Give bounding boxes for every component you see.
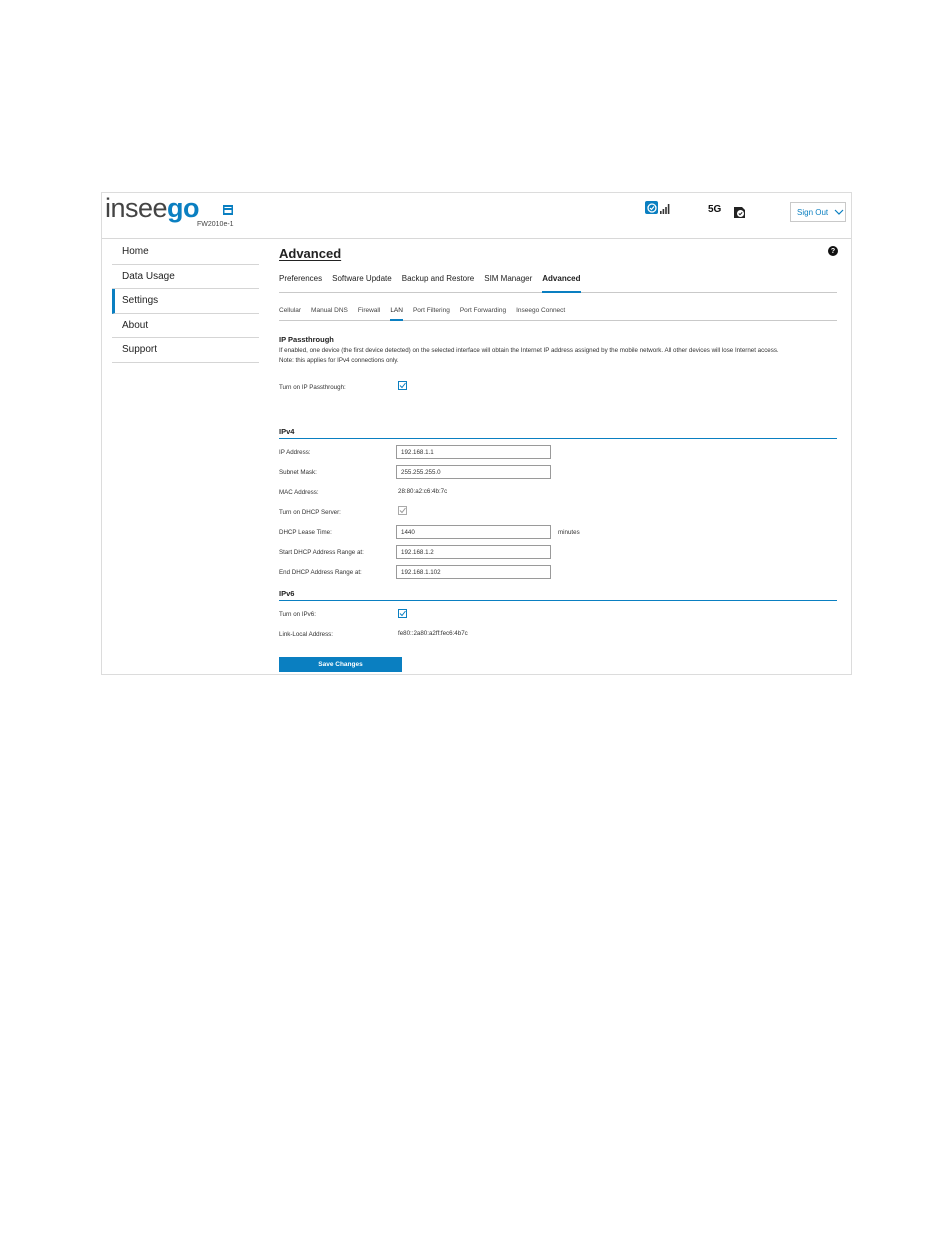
subtab-firewall[interactable]: Firewall <box>358 306 380 321</box>
section-divider <box>279 438 837 439</box>
sidebar-item-label: Home <box>122 246 149 257</box>
description-line: If enabled, one device (the first device… <box>279 347 779 354</box>
subnet-mask-label: Subnet Mask: <box>279 469 317 476</box>
dhcp-lease-label: DHCP Lease Time: <box>279 529 332 536</box>
ip-passthrough-checkbox[interactable] <box>398 381 407 390</box>
link-local-label: Link-Local Address: <box>279 631 333 638</box>
subtab-inseego-connect[interactable]: Inseego Connect <box>516 306 565 321</box>
subtab-manual-dns[interactable]: Manual DNS <box>311 306 348 321</box>
help-icon[interactable]: ? <box>828 246 838 256</box>
dhcp-lease-input[interactable] <box>396 525 551 539</box>
sim-icon <box>733 206 746 219</box>
app-frame: inseego FW2010e-1 5G Sign Out Home Data … <box>101 192 852 675</box>
dhcp-start-label: Start DHCP Address Range at: <box>279 549 364 556</box>
sign-out-button[interactable]: Sign Out <box>790 202 846 222</box>
section-title-ipv6: IPv6 <box>279 589 295 598</box>
sidebar-nav: Home Data Usage Settings About Support <box>112 240 259 363</box>
tab-backup-restore[interactable]: Backup and Restore <box>402 272 475 293</box>
inseego-logo[interactable]: inseego <box>105 193 200 223</box>
mac-address-value: 28:80:a2:c6:4b:7c <box>398 488 448 495</box>
dhcp-end-label: End DHCP Address Range at: <box>279 569 362 576</box>
subtab-port-forwarding[interactable]: Port Forwarding <box>460 306 506 321</box>
link-local-value: fe80::2a80:a2ff:fec6:4b7c <box>398 630 468 637</box>
dhcp-server-label: Turn on DHCP Server: <box>279 509 341 516</box>
tab-preferences[interactable]: Preferences <box>279 272 322 293</box>
logo-text: insee <box>105 193 168 223</box>
description-note: Note: this applies for IPv4 connections … <box>279 357 399 364</box>
checkmark-icon <box>399 610 406 617</box>
subnet-mask-input[interactable] <box>396 465 551 479</box>
ip-passthrough-description: If enabled, one device (the first device… <box>279 346 837 366</box>
sidebar-item-label: Settings <box>122 295 159 306</box>
wifi-status-icon <box>645 201 658 219</box>
sign-out-label: Sign Out <box>797 207 829 217</box>
ip-address-label: IP Address: <box>279 449 311 456</box>
tab-sim-manager[interactable]: SIM Manager <box>484 272 532 293</box>
sidebar-item-label: About <box>122 319 149 331</box>
sidebar-item-home[interactable]: Home <box>112 240 259 265</box>
header: inseego FW2010e-1 5G Sign Out <box>102 193 851 239</box>
logo-text-accent: go <box>167 193 200 223</box>
device-model: FW2010e-1 <box>197 221 234 228</box>
dhcp-end-input[interactable] <box>396 565 551 579</box>
section-divider <box>279 600 837 601</box>
network-status <box>645 201 670 219</box>
checkmark-icon <box>399 507 406 514</box>
subtab-lan[interactable]: LAN <box>390 306 403 321</box>
mac-address-label: MAC Address: <box>279 489 319 496</box>
sidebar-item-label: Support <box>122 344 158 355</box>
subtab-port-filtering[interactable]: Port Filtering <box>413 306 450 321</box>
ipv6-toggle-label: Turn on IPv6: <box>279 611 316 618</box>
network-type-label: 5G <box>708 204 722 215</box>
sidebar-item-data-usage[interactable]: Data Usage <box>112 265 259 289</box>
sidebar-item-settings[interactable]: Settings <box>112 289 259 314</box>
settings-tabs: Preferences Software Update Backup and R… <box>279 272 837 293</box>
signal-bars-icon <box>660 201 670 219</box>
chevron-down-icon <box>834 208 844 217</box>
section-title-ip-passthrough: IP Passthrough <box>279 335 334 344</box>
advanced-subtabs: Cellular Manual DNS Firewall LAN Port Fi… <box>279 306 837 321</box>
ipv6-checkbox[interactable] <box>398 609 407 618</box>
tab-software-update[interactable]: Software Update <box>332 272 392 293</box>
tab-advanced[interactable]: Advanced <box>542 272 581 293</box>
subtab-cellular[interactable]: Cellular <box>279 306 301 321</box>
ip-passthrough-label: Turn on IP Passthrough: <box>279 384 346 391</box>
dhcp-start-input[interactable] <box>396 545 551 559</box>
sidebar-item-label: Data Usage <box>122 270 175 282</box>
save-changes-button[interactable]: Save Changes <box>279 657 402 672</box>
sidebar-item-support[interactable]: Support <box>112 338 259 363</box>
ip-address-input[interactable] <box>396 445 551 459</box>
page-title: Advanced <box>279 246 342 261</box>
dhcp-server-checkbox[interactable] <box>398 506 407 515</box>
sidebar-item-about[interactable]: About <box>112 314 259 338</box>
lease-unit-label: minutes <box>558 529 580 536</box>
checkmark-icon <box>399 382 406 389</box>
section-title-ipv4: IPv4 <box>279 427 295 436</box>
device-icon <box>222 203 234 215</box>
